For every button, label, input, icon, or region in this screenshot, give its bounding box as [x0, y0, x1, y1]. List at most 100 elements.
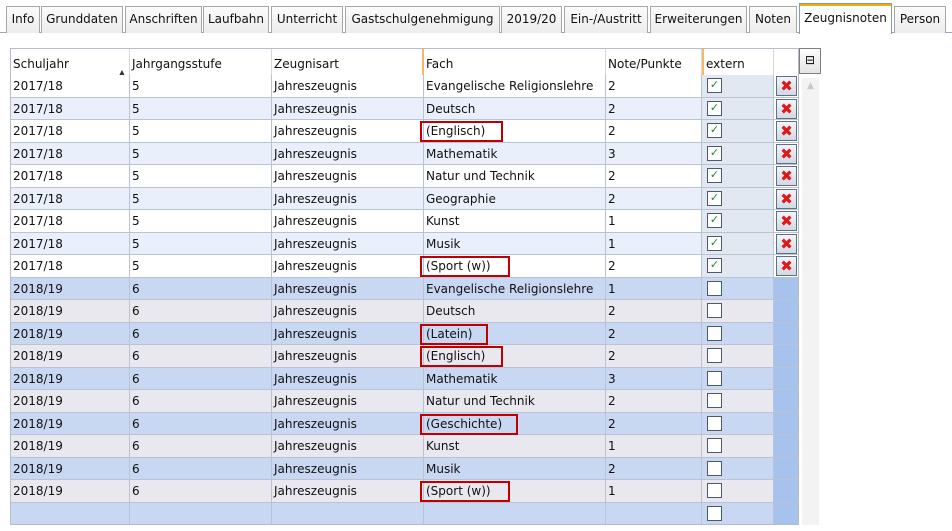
cell-jahrgangsstufe[interactable]: 6	[130, 277, 272, 300]
table-row[interactable]: 2018/19 6 Jahreszeugnis Mathematik 3	[11, 367, 798, 390]
cell-jahrgangsstufe[interactable]: 6	[130, 457, 272, 480]
cell-fach[interactable]: Evangelische Religionslehre	[424, 75, 606, 98]
table-row[interactable]: 2018/19 6 Jahreszeugnis (Englisch) 2	[11, 345, 798, 368]
delete-row-button[interactable]: ✖	[776, 76, 797, 96]
extern-checkbox[interactable]	[707, 505, 722, 521]
extern-checkbox[interactable]: ✓	[707, 100, 722, 116]
extern-checkbox[interactable]: ✓	[707, 258, 722, 273]
extern-checkbox[interactable]: ✓	[707, 235, 722, 251]
tab-gastschulgenehmigung[interactable]: Gastschulgenehmigung	[345, 6, 500, 33]
cell-zeugnisart[interactable]: Jahreszeugnis	[272, 232, 424, 255]
table-row[interactable]: 2017/18 5 Jahreszeugnis (Sport (w)) 2 ✓ ✖	[11, 255, 798, 278]
cell-note-punkte[interactable]: 2	[606, 255, 702, 278]
extern-checkbox[interactable]: ✓	[707, 123, 722, 138]
cell-schuljahr[interactable]: 2017/18	[11, 97, 130, 120]
table-row[interactable]: 2018/19 6 Jahreszeugnis (Latein) 2	[11, 322, 798, 345]
cell-schuljahr[interactable]: 2018/19	[11, 367, 130, 390]
table-row[interactable]: 2017/18 5 Jahreszeugnis Geographie 2 ✓ ✖	[11, 187, 798, 210]
cell-fach[interactable]: Natur und Technik	[424, 390, 606, 413]
cell-note-punkte[interactable]: 1	[606, 232, 702, 255]
header-zeugnisart[interactable]: Zeugnisart	[272, 49, 424, 75]
cell-note-punkte[interactable]: 2	[606, 187, 702, 210]
cell-jahrgangsstufe[interactable]: 5	[130, 210, 272, 233]
cell-jahrgangsstufe[interactable]: 5	[130, 255, 272, 278]
cell-schuljahr[interactable]: 2017/18	[11, 232, 130, 255]
cell-jahrgangsstufe[interactable]: 6	[130, 435, 272, 458]
cell-jahrgangsstufe[interactable]: 6	[130, 480, 272, 503]
cell-zeugnisart[interactable]: Jahreszeugnis	[272, 187, 424, 210]
cell-zeugnisart[interactable]	[272, 502, 424, 524]
cell-jahrgangsstufe[interactable]: 5	[130, 120, 272, 143]
cell-jahrgangsstufe[interactable]: 6	[130, 322, 272, 345]
cell-schuljahr[interactable]: 2017/18	[11, 255, 130, 278]
tab-2019-20[interactable]: 2019/20	[501, 6, 562, 33]
cell-jahrgangsstufe[interactable]: 6	[130, 345, 272, 368]
cell-note-punkte[interactable]: 3	[606, 367, 702, 390]
cell-fach[interactable]: (Sport (w))	[424, 255, 606, 278]
table-row[interactable]: 2017/18 5 Jahreszeugnis Evangelische Religi…	[11, 75, 798, 98]
cell-schuljahr[interactable]: 2018/19	[11, 480, 130, 503]
delete-row-button[interactable]: ✖	[776, 121, 797, 141]
cell-schuljahr[interactable]: 2018/19	[11, 435, 130, 458]
cell-fach[interactable]: (Sport (w))	[424, 480, 606, 503]
extern-checkbox[interactable]	[707, 393, 722, 408]
tab-erweiterungen[interactable]: Erweiterungen	[650, 6, 747, 33]
cell-jahrgangsstufe[interactable]: 5	[130, 142, 272, 165]
cell-jahrgangsstufe[interactable]: 5	[130, 75, 272, 98]
delete-row-button[interactable]: ✖	[776, 211, 797, 231]
cell-schuljahr[interactable]	[11, 502, 130, 524]
cell-note-punkte[interactable]: 2	[606, 345, 702, 368]
delete-row-button[interactable]: ✖	[776, 143, 797, 164]
cell-note-punkte[interactable]: 1	[606, 435, 702, 458]
cell-zeugnisart[interactable]: Jahreszeugnis	[272, 390, 424, 413]
cell-fach[interactable]: Geographie	[424, 187, 606, 210]
cell-zeugnisart[interactable]: Jahreszeugnis	[272, 367, 424, 390]
vertical-scrollbar[interactable]: ▲	[802, 78, 819, 525]
cell-fach[interactable]	[424, 502, 606, 524]
cell-note-punkte[interactable]: 2	[606, 120, 702, 143]
cell-fach[interactable]: Deutsch	[424, 97, 606, 120]
table-row[interactable]	[11, 502, 798, 524]
cell-fach[interactable]: Natur und Technik	[424, 165, 606, 188]
cell-note-punkte[interactable]: 3	[606, 142, 702, 165]
cell-jahrgangsstufe[interactable]: 5	[130, 97, 272, 120]
cell-zeugnisart[interactable]: Jahreszeugnis	[272, 255, 424, 278]
cell-schuljahr[interactable]: 2018/19	[11, 345, 130, 368]
cell-note-punkte[interactable]: 2	[606, 75, 702, 98]
table-row[interactable]: 2017/18 5 Jahreszeugnis Natur und Technik 2 ✓…	[11, 165, 798, 188]
tab-grunddaten[interactable]: Grunddaten	[41, 6, 123, 33]
cell-note-punkte[interactable]: 2	[606, 165, 702, 188]
cell-fach[interactable]: Mathematik	[424, 142, 606, 165]
delete-row-button[interactable]: ✖	[776, 98, 797, 119]
cell-jahrgangsstufe[interactable]: 6	[130, 390, 272, 413]
cell-note-punkte[interactable]: 1	[606, 480, 702, 503]
table-row[interactable]: 2018/19 6 Jahreszeugnis (Sport (w)) 1	[11, 480, 798, 503]
extern-checkbox[interactable]: ✓	[707, 168, 722, 183]
cell-zeugnisart[interactable]: Jahreszeugnis	[272, 142, 424, 165]
tab-info[interactable]: Info	[6, 6, 40, 33]
header-extern[interactable]: extern	[702, 49, 774, 75]
extern-checkbox[interactable]	[707, 483, 722, 498]
cell-zeugnisart[interactable]: Jahreszeugnis	[272, 165, 424, 188]
extern-checkbox[interactable]	[707, 348, 722, 363]
cell-fach[interactable]: (Englisch)	[424, 345, 606, 368]
delete-row-button[interactable]: ✖	[776, 256, 797, 276]
cell-note-punkte[interactable]: 2	[606, 322, 702, 345]
table-row[interactable]: 2018/19 6 Jahreszeugnis (Geschichte) 2	[11, 412, 798, 435]
cell-zeugnisart[interactable]: Jahreszeugnis	[272, 97, 424, 120]
cell-fach[interactable]: Evangelische Religionslehre	[424, 277, 606, 300]
table-row[interactable]: 2018/19 6 Jahreszeugnis Evangelische Religi…	[11, 277, 798, 300]
cell-note-punkte[interactable]: 2	[606, 390, 702, 413]
extern-checkbox[interactable]: ✓	[707, 213, 722, 228]
cell-zeugnisart[interactable]: Jahreszeugnis	[272, 457, 424, 480]
cell-note-punkte[interactable]: 1	[606, 210, 702, 233]
extern-checkbox[interactable]	[707, 325, 722, 341]
delete-row-button[interactable]: ✖	[776, 233, 797, 254]
header-fach[interactable]: Fach	[422, 49, 606, 75]
cell-schuljahr[interactable]: 2017/18	[11, 120, 130, 143]
cell-note-punkte[interactable]	[606, 502, 702, 524]
table-row[interactable]: 2018/19 6 Jahreszeugnis Kunst 1	[11, 435, 798, 458]
cell-zeugnisart[interactable]: Jahreszeugnis	[272, 300, 424, 323]
cell-jahrgangsstufe[interactable]: 6	[130, 367, 272, 390]
tab-ein-austritt[interactable]: Ein-/Austritt	[564, 6, 648, 33]
